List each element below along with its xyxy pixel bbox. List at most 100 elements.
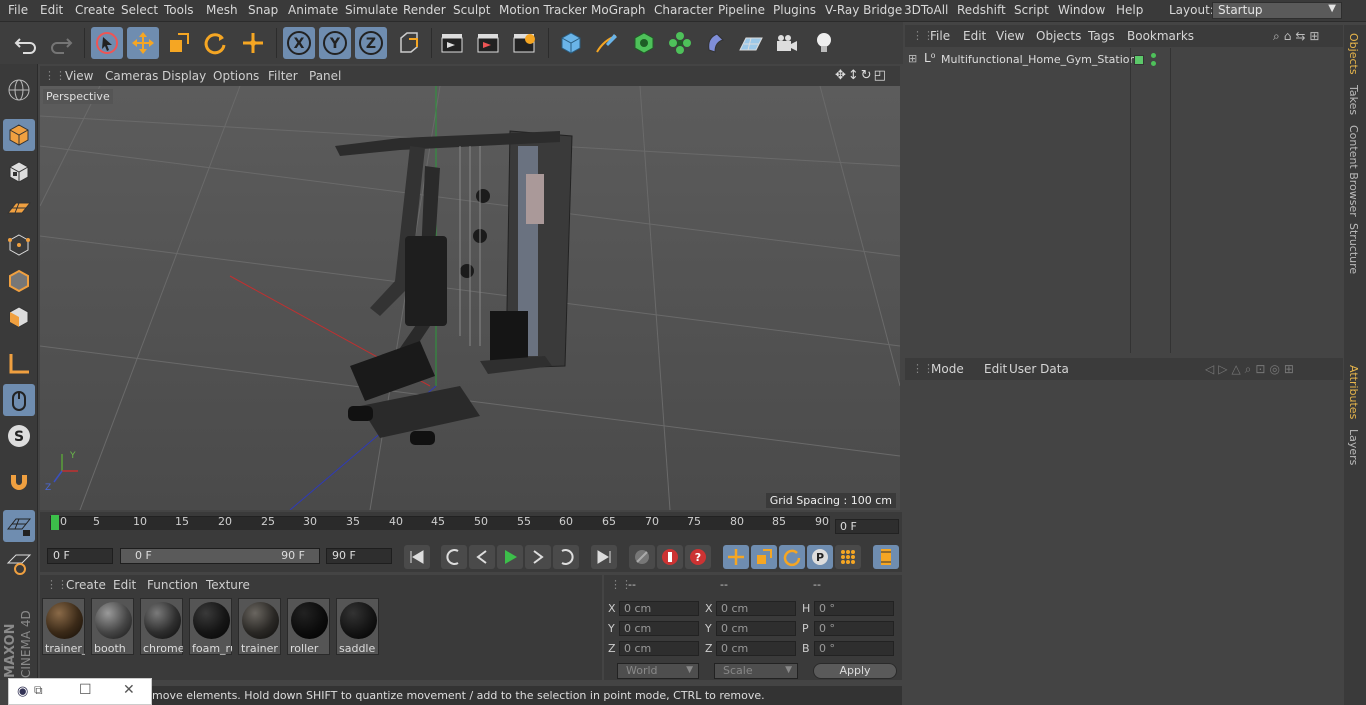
viewport-menu-panel[interactable]: Panel [309,69,341,83]
object-manager-tools-icons[interactable]: ⌕⌂⇆⊞ [1273,29,1323,44]
perspective-viewport[interactable]: Y Z [40,86,900,510]
edges-mode-button[interactable] [3,265,35,297]
layout-dropdown[interactable]: Startup ▼ [1212,2,1342,19]
attributes-menu-mode[interactable]: Mode [931,362,964,376]
rotation-h-field[interactable]: 0 ° [814,601,894,616]
material-swatch[interactable]: saddle [336,598,379,655]
end-frame-field[interactable]: 90 F [326,548,392,564]
floor-button[interactable] [735,27,767,59]
position-z-field[interactable]: 0 cm [619,641,699,656]
previous-key-button[interactable] [441,545,467,569]
menu-sculpt[interactable]: Sculpt [453,3,490,17]
menu-help[interactable]: Help [1116,3,1143,17]
apply-button[interactable]: Apply [813,663,897,679]
next-key-button[interactable] [553,545,579,569]
material-menu-create[interactable]: Create [66,578,106,592]
menu-character[interactable]: Character [654,3,713,17]
render-settings-button[interactable] [508,27,540,59]
planar-workplane-button[interactable] [3,548,35,580]
restore-icon[interactable]: ⧉ [34,683,43,698]
workplane-lock-button[interactable] [3,510,35,542]
close-icon[interactable]: ✕ [123,682,135,698]
position-y-field[interactable]: 0 cm [619,621,699,636]
mograph-cloner-button[interactable] [664,27,696,59]
material-menu-edit[interactable]: Edit [113,578,136,592]
pen-spline-button[interactable] [591,27,623,59]
start-frame-field[interactable]: 0 F [47,548,113,564]
render-visibility-dot-icon[interactable] [1151,61,1156,66]
coordinate-space-dropdown[interactable]: World ▼ [617,663,699,679]
menu-tools[interactable]: Tools [164,3,194,17]
tab-takes[interactable]: Takes [1347,85,1360,115]
live-selection-button[interactable] [91,27,123,59]
objects-menu-objects[interactable]: Objects [1036,29,1081,43]
menu-edit[interactable]: Edit [40,3,63,17]
tweak-mode-button[interactable] [3,384,35,416]
viewport-menu-view[interactable]: View [65,69,93,83]
key-rotation-button[interactable] [779,545,805,569]
deformer-button[interactable] [700,27,732,59]
menu-render[interactable]: Render [403,3,446,17]
menu-mograph[interactable]: MoGraph [591,3,646,17]
subdivision-surface-button[interactable] [628,27,660,59]
menu-mesh[interactable]: Mesh [206,3,238,17]
undo-button[interactable] [10,27,42,59]
size-z-field[interactable]: 0 cm [716,641,796,656]
menu-snap[interactable]: Snap [248,3,278,17]
material-swatch[interactable]: trainer [238,598,281,655]
model-mode-button[interactable] [3,119,35,151]
render-to-picture-viewer-button[interactable] [472,27,504,59]
menu-simulate[interactable]: Simulate [345,3,398,17]
menu-plugins[interactable]: Plugins [773,3,816,17]
timeline-window-button[interactable] [873,545,899,569]
snap-button[interactable] [3,467,35,499]
menu-redshift[interactable]: Redshift [957,3,1006,17]
viewport-menu-cameras[interactable]: Cameras [105,69,158,83]
size-y-field[interactable]: 0 cm [716,621,796,636]
menu-vray-bridge[interactable]: V-Ray Bridge [825,3,902,17]
editor-visibility-dot-icon[interactable] [1151,53,1156,58]
maximize-icon[interactable]: ☐ [79,682,92,698]
size-mode-dropdown[interactable]: Scale ▼ [714,663,798,679]
rotate-tool-button[interactable] [199,27,231,59]
keyframe-selection-button[interactable]: ? [685,545,711,569]
menu-window[interactable]: Window [1058,3,1105,17]
tab-content-browser[interactable]: Content Browser [1347,125,1360,217]
viewport-menu-display[interactable]: Display [162,69,206,83]
record-active-objects-button[interactable] [629,545,655,569]
object-name[interactable]: Multifunctional_Home_Gym_Station [941,53,1136,66]
rotation-p-field[interactable]: 0 ° [814,621,894,636]
menu-motion-tracker[interactable]: Motion Tracker [499,3,587,17]
cube-object-button[interactable] [555,27,587,59]
menu-3dtoall[interactable]: 3DToAll [904,3,948,17]
scale-tool-button[interactable] [163,27,195,59]
rotation-b-field[interactable]: 0 ° [814,641,894,656]
tab-objects[interactable]: Objects [1347,33,1360,75]
z-axis-lock-button[interactable]: Z [355,27,387,59]
objects-menu-view[interactable]: View [996,29,1024,43]
polygons-mode-button[interactable] [3,301,35,333]
menu-script[interactable]: Script [1014,3,1049,17]
material-menu-texture[interactable]: Texture [206,578,250,592]
texture-mode-button[interactable] [3,156,35,188]
previous-frame-button[interactable] [469,545,495,569]
attributes-nav-icons[interactable]: ◁▷△⌕⊡◎⊞ [1205,362,1298,377]
menu-create[interactable]: Create [75,3,115,17]
timeline-playhead[interactable] [51,515,59,530]
objects-menu-tags[interactable]: Tags [1088,29,1115,43]
key-parameter-button[interactable]: P [807,545,833,569]
objects-menu-edit[interactable]: Edit [963,29,986,43]
viewport-nav-icons[interactable]: ✥↕↻◰ [835,68,888,83]
attributes-menu-user-data[interactable]: User Data [1009,362,1069,376]
menu-animate[interactable]: Animate [288,3,338,17]
key-position-button[interactable] [723,545,749,569]
recent-tools-button[interactable] [237,27,269,59]
next-frame-button[interactable] [525,545,551,569]
play-button[interactable] [497,545,523,569]
material-swatch[interactable]: chrome [140,598,183,655]
current-frame-field[interactable]: 0 F [835,519,899,534]
position-x-field[interactable]: 0 cm [619,601,699,616]
y-axis-lock-button[interactable]: Y [319,27,351,59]
object-row[interactable]: ⊞ L⁰ Multifunctional_Home_Gym_Station [906,51,1136,69]
axis-mode-button[interactable] [3,348,35,380]
